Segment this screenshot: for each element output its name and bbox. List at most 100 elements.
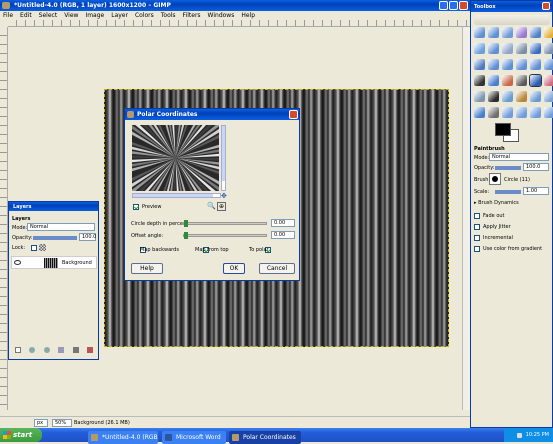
new-layer-icon[interactable] [15,347,21,353]
dialog-close-button[interactable] [289,110,298,119]
scissors-tool-icon[interactable] [544,27,553,38]
toolbox-titlebar[interactable]: Toolbox [471,1,552,12]
free-select-tool-icon[interactable] [502,27,513,38]
warp-tool-icon[interactable] [544,107,553,118]
circle-depth-slider[interactable] [183,220,267,227]
tray-icon[interactable] [516,432,522,438]
brush-dynamics-expander[interactable]: ▸ Brush Dynamics [474,200,519,206]
shear-tool-icon[interactable] [516,59,527,70]
tool-option-checkbox[interactable] [474,245,480,252]
taskbar-item[interactable]: Microsoft Word [162,431,226,444]
crop-tool-icon[interactable] [474,59,485,70]
menu-image[interactable]: Image [85,12,104,19]
menu-windows[interactable]: Windows [208,12,235,19]
toolbox-close-button[interactable] [542,2,550,10]
cancel-button[interactable]: Cancel [259,263,295,274]
zoom-select[interactable]: 50% [52,419,72,427]
maximize-button[interactable] [449,1,458,10]
fuzzy-select-tool-icon[interactable] [516,27,527,38]
paintbrush-tool-icon[interactable] [529,74,542,87]
tool-option-checkbox[interactable] [474,212,480,219]
tool-option-checkbox[interactable] [474,234,480,241]
dialog-titlebar[interactable]: Polar Coordinates [125,109,299,120]
tool-option-row[interactable]: Incremental [474,232,552,243]
menu-help[interactable]: Help [241,12,255,19]
lock-pixels-checkbox[interactable] [31,245,37,251]
raise-layer-icon[interactable] [29,347,36,353]
airbrush-tool-icon[interactable] [474,91,485,102]
preview-hscroll[interactable] [132,193,221,198]
dodge-burn-tool-icon[interactable] [488,107,499,118]
align-tool-icon[interactable] [544,43,553,54]
start-button[interactable]: start [0,428,42,442]
smudge-tool-icon[interactable] [474,107,485,118]
color-select-tool-icon[interactable] [530,27,541,38]
color-picker-tool-icon[interactable] [488,43,499,54]
ink-tool-icon[interactable] [488,91,499,102]
unified-transform-tool-icon[interactable] [530,107,541,118]
tool-option-checkbox[interactable] [474,223,480,230]
menu-view[interactable]: View [64,12,78,19]
ellipse-select-tool-icon[interactable] [488,27,499,38]
layers-opacity-field[interactable]: 100.0 [79,233,96,241]
tool-opacity-field[interactable]: 100.0 [523,163,549,171]
tool-option-row[interactable]: Apply Jitter [474,221,552,232]
fg-bg-colors[interactable] [495,123,521,143]
menu-colors[interactable]: Colors [135,12,154,19]
measure-tool-icon[interactable] [516,43,527,54]
menu-select[interactable]: Select [39,12,58,19]
ok-button[interactable]: OK [223,263,245,274]
bucket-fill-tool-icon[interactable] [488,75,499,86]
eye-icon[interactable] [14,260,21,265]
menu-layer[interactable]: Layer [111,12,128,19]
perspective-tool-icon[interactable] [530,59,541,70]
text-tool-icon[interactable] [474,75,485,86]
preview-checkbox[interactable] [133,204,139,210]
lower-layer-icon[interactable] [43,347,50,353]
move-tool-icon[interactable] [530,43,541,54]
rect-select-tool-icon[interactable] [474,27,485,38]
circle-depth-handle[interactable] [184,220,188,227]
layers-titlebar[interactable]: Layers [9,202,98,211]
taskbar-item[interactable]: Polar Coordinates [229,431,301,444]
help-button[interactable]: Help [131,263,163,274]
duplicate-layer-icon[interactable] [58,347,65,353]
layers-opacity-slider[interactable] [33,236,77,240]
layer-row[interactable]: Background [11,256,97,269]
foreground-color-swatch[interactable] [495,123,511,136]
menu-tools[interactable]: Tools [161,12,176,19]
blend-tool-icon[interactable] [502,75,513,86]
layers-mode-select[interactable]: Normal [27,223,95,231]
rotate-tool-icon[interactable] [488,59,499,70]
tool-opacity-slider[interactable] [495,166,521,170]
scale-slider[interactable] [495,190,521,194]
scale-field[interactable]: 1.00 [523,187,549,195]
navigate-icon[interactable]: ✥ [221,193,227,200]
paths-tool-icon[interactable] [474,43,485,54]
circle-depth-field[interactable]: 0.00 [271,219,295,227]
preview-image[interactable] [132,125,219,191]
foreground-select-tool-icon[interactable] [502,107,513,118]
zoom-out-icon[interactable]: 🔍 [207,202,216,210]
heal-tool-icon[interactable] [516,91,527,102]
zoom-in-icon[interactable]: ⊕ [217,202,226,211]
blur-tool-icon[interactable] [544,91,553,102]
main-titlebar[interactable]: *Untitled-4.0 (RGB, 1 layer) 1600x1200 –… [0,0,470,11]
lock-alpha-icon[interactable] [39,244,46,251]
menu-edit[interactable]: Edit [20,12,32,19]
vertical-scrollbar[interactable] [462,27,470,410]
cage-tool-icon[interactable] [516,107,527,118]
perspective-clone-tool-icon[interactable] [530,91,541,102]
menu-file[interactable]: File [3,12,13,19]
offset-angle-slider[interactable] [183,232,267,239]
eraser-tool-icon[interactable] [544,75,553,86]
taskbar-item[interactable]: *Untitled-4.0 (RGB, 1... [88,431,158,444]
tool-mode-select[interactable]: Normal [489,153,549,161]
flip-tool-icon[interactable] [544,59,553,70]
unit-select[interactable]: px [34,419,48,427]
clone-tool-icon[interactable] [502,91,513,102]
zoom-tool-icon[interactable] [502,43,513,54]
anchor-layer-icon[interactable] [72,347,79,353]
pencil-tool-icon[interactable] [516,75,527,86]
minimize-button[interactable] [439,1,448,10]
